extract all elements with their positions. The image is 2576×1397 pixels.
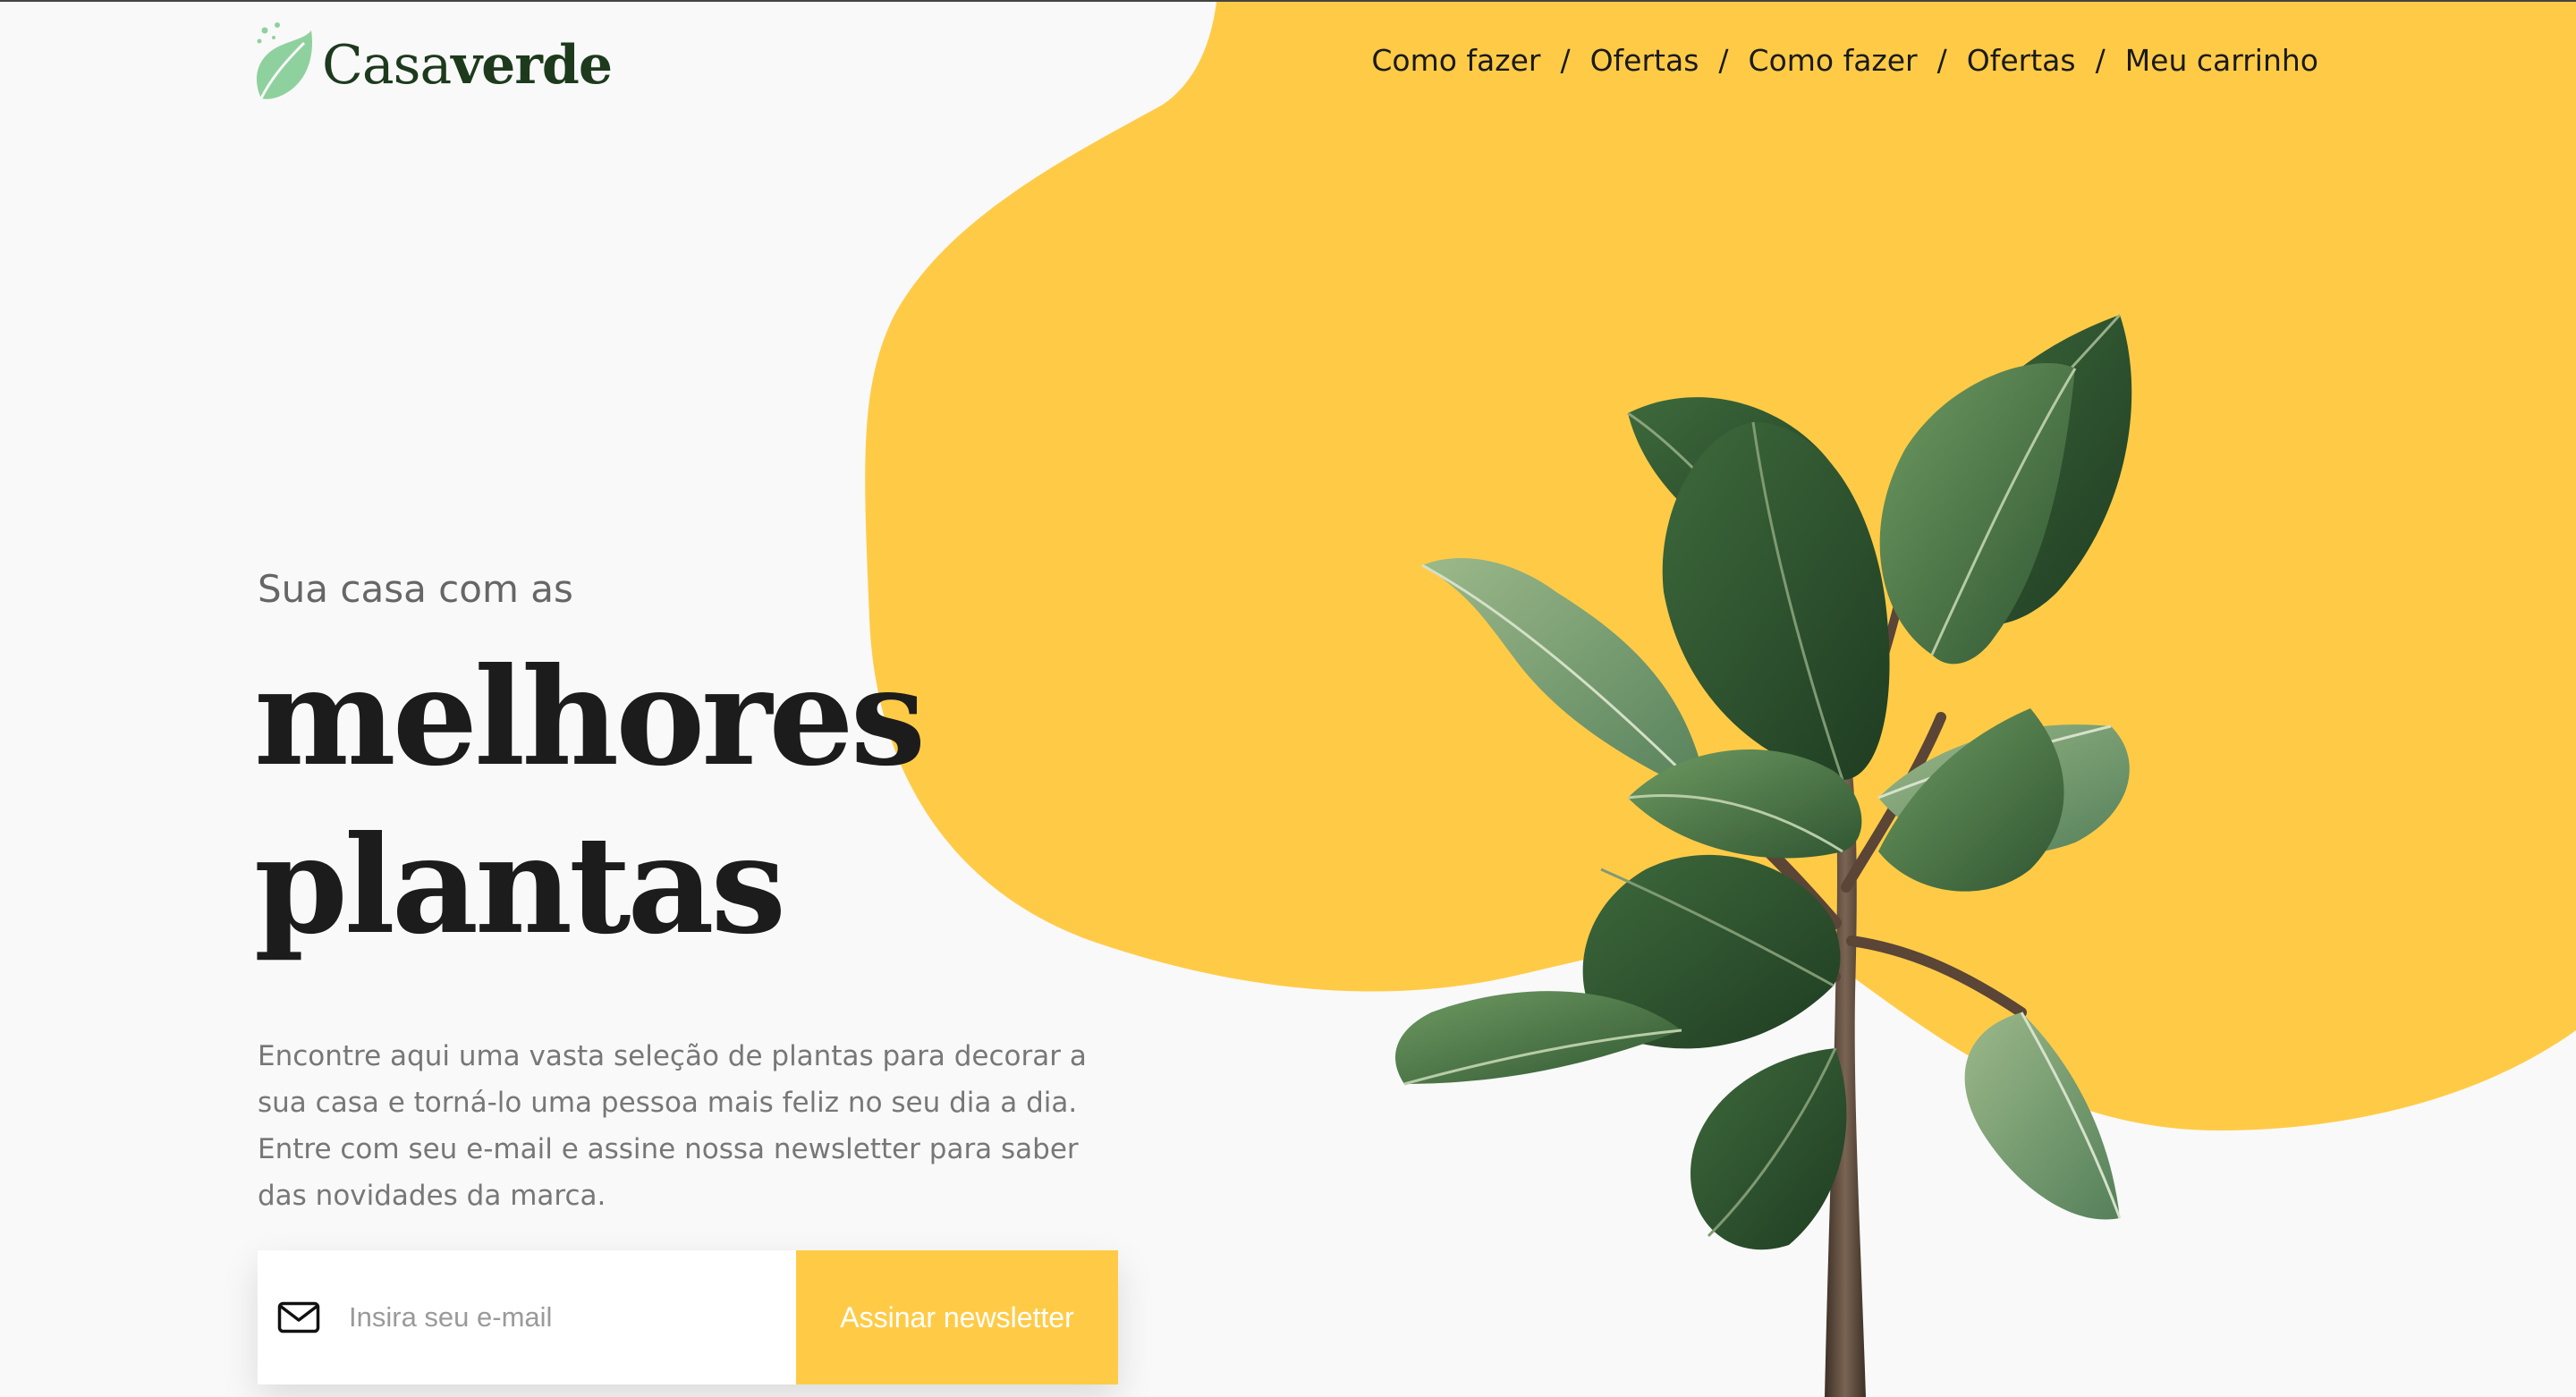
hero-plant-image <box>1395 313 2132 1397</box>
brand-logo[interactable]: Casaverde <box>254 21 613 104</box>
hero-headline-line-1: melhores <box>254 639 926 796</box>
brand-name: Casaverde <box>322 34 613 97</box>
hero-description-line: Encontre aqui uma vasta seleção de plant… <box>258 1040 1087 1072</box>
hero-description: Encontre aqui uma vasta seleção de plant… <box>258 1033 1116 1219</box>
leaf-icon <box>256 22 312 99</box>
brand-name-light: Casa <box>322 34 452 97</box>
nav-item-meu-carrinho[interactable]: Meu carrinho <box>2125 43 2318 78</box>
newsletter-form: Assinar newsletter <box>258 1250 1118 1384</box>
nav-item-ofertas[interactable]: Ofertas <box>1590 43 1699 78</box>
main-nav: Como fazer / Ofertas / Como fazer / Ofer… <box>1371 43 2318 78</box>
nav-item-como-fazer[interactable]: Como fazer <box>1371 43 1540 78</box>
nav-separator: / <box>1936 43 1947 78</box>
hero-description-line: das novidades da marca. <box>258 1180 606 1212</box>
brand-name-bold: verde <box>451 34 613 97</box>
mail-icon <box>277 1301 320 1334</box>
hero-headline: melhores plantas <box>254 633 926 969</box>
hero-description-line: Entre com seu e-mail e assine nossa news… <box>258 1133 1079 1165</box>
subscribe-newsletter-button[interactable]: Assinar newsletter <box>796 1250 1118 1384</box>
hero-headline-line-2: plantas <box>254 807 786 964</box>
nav-item-ofertas-2[interactable]: Ofertas <box>1967 43 2076 78</box>
email-input[interactable] <box>347 1300 726 1334</box>
hero-subtitle: Sua casa com as <box>258 567 573 611</box>
nav-separator: / <box>1718 43 1729 78</box>
nav-separator: / <box>2095 43 2106 78</box>
hero-description-line: sua casa e torná-lo uma pessoa mais feli… <box>258 1087 1078 1119</box>
nav-separator: / <box>1560 43 1571 78</box>
nav-item-como-fazer-2[interactable]: Como fazer <box>1749 43 1918 78</box>
email-field-wrapper[interactable] <box>258 1250 796 1384</box>
